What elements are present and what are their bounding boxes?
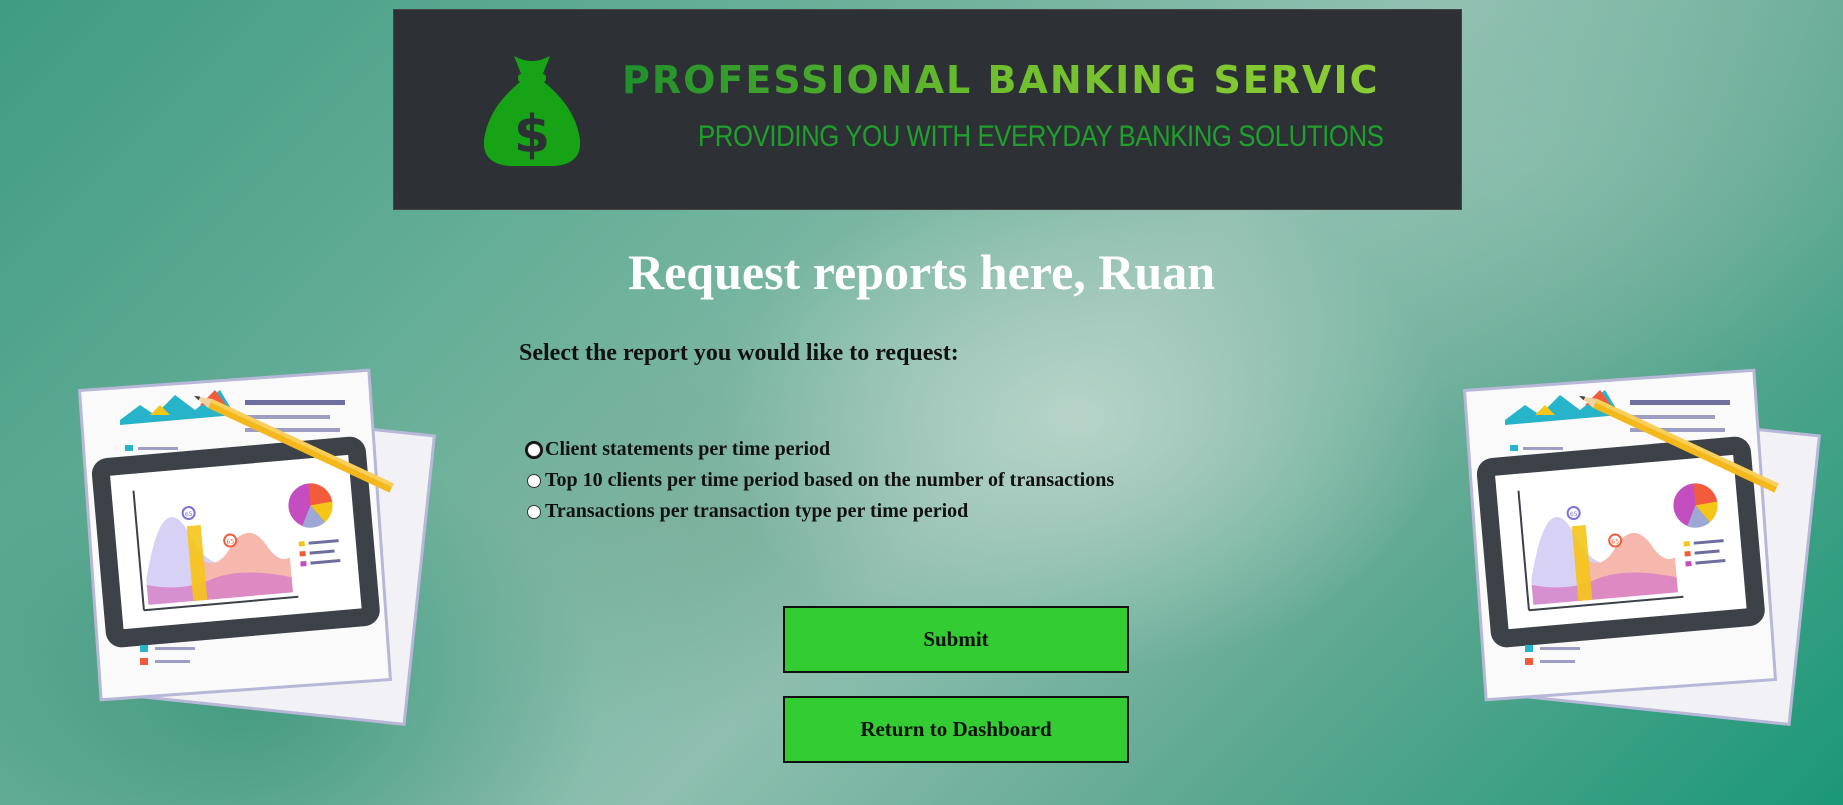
brand-name: PROFESSIONAL BANKING SERVICES — [622, 58, 1437, 102]
chart-label-2: 65 — [1611, 538, 1619, 546]
report-option-label: Top 10 clients per time period based on … — [545, 469, 1115, 491]
report-option[interactable]: Top 10 clients per time period based on … — [524, 465, 1114, 496]
page-title: Request reports here, Ruan — [627, 244, 1215, 300]
chart-label-2: 65 — [226, 538, 234, 546]
chart-label-1: 65 — [185, 511, 193, 519]
money-bag-icon: $ — [483, 56, 581, 166]
report-option-radio[interactable] — [527, 504, 541, 519]
submit-button[interactable]: Submit — [783, 606, 1129, 673]
report-option[interactable]: Transactions per transaction type per ti… — [524, 496, 1114, 527]
svg-text:$: $ — [514, 105, 550, 165]
return-to-dashboard-button[interactable]: Return to Dashboard — [783, 696, 1129, 763]
brand-tagline: PROVIDING YOU WITH EVERYDAY BANKING SOLU… — [698, 120, 1384, 153]
report-options: Client statements per time period Top 10 … — [524, 434, 1114, 527]
report-option[interactable]: Client statements per time period — [524, 434, 1114, 465]
chart-label-1: 65 — [1570, 511, 1578, 519]
report-option-label: Client statements per time period — [545, 438, 831, 460]
report-option-radio[interactable] — [527, 473, 541, 488]
report-illustration-left: 65 65 — [77, 368, 437, 727]
report-illustration-right: 65 65 — [1462, 368, 1822, 727]
report-option-label: Transactions per transaction type per ti… — [545, 500, 969, 522]
report-option-radio[interactable] — [527, 442, 541, 457]
report-prompt: Select the report you would like to requ… — [519, 340, 959, 366]
header-banner: $ PROFESSIONAL BANKING SERVICES PROVIDIN… — [393, 9, 1462, 210]
